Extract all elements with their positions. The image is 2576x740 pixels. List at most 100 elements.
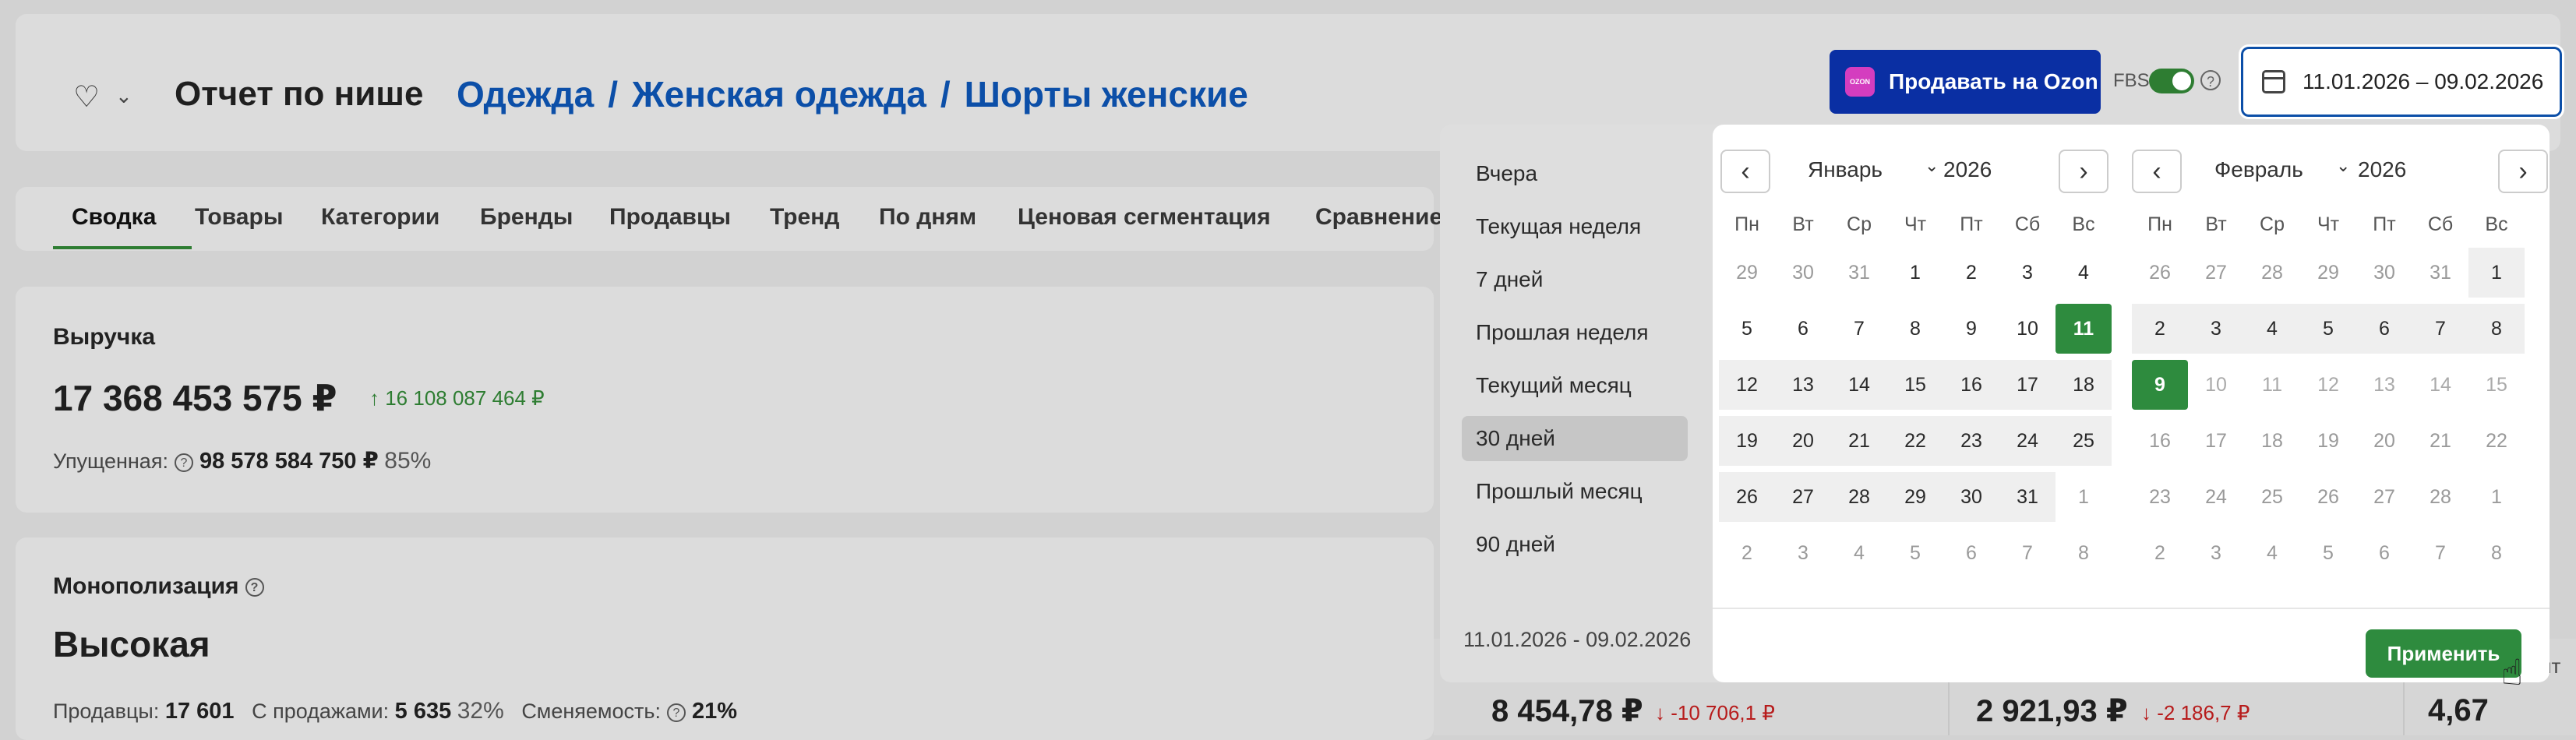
calendar-day[interactable]: 11 (2244, 360, 2300, 410)
calendar-day[interactable]: 3 (1775, 528, 1831, 578)
fbs-toggle[interactable] (2149, 69, 2194, 93)
tab-products[interactable]: Товары (195, 204, 283, 231)
breadcrumb-item[interactable]: Одежда (457, 74, 594, 115)
calendar-day[interactable]: 11 (2056, 304, 2112, 354)
calendar-day[interactable]: 2 (2132, 528, 2188, 578)
calendar-day[interactable]: 2 (2132, 304, 2188, 354)
calendar-day[interactable]: 13 (1775, 360, 1831, 410)
preset-item[interactable]: 7 дней (1462, 257, 1688, 302)
calendar-day[interactable]: 8 (1887, 304, 1943, 354)
calendar-day[interactable]: 9 (2132, 360, 2188, 410)
calendar-day[interactable]: 4 (2056, 248, 2112, 298)
help-icon[interactable]: ? (174, 453, 193, 472)
next-month-button[interactable]: › (2059, 150, 2108, 193)
calendar-day[interactable]: 23 (1943, 416, 1999, 466)
calendar-day[interactable]: 19 (2300, 416, 2356, 466)
year-select[interactable]: 2026 (1943, 157, 1992, 182)
calendar-day[interactable]: 8 (2056, 528, 2112, 578)
calendar-day[interactable]: 26 (2132, 248, 2188, 298)
calendar-day[interactable]: 1 (1887, 248, 1943, 298)
calendar-day[interactable]: 19 (1719, 416, 1775, 466)
calendar-day[interactable]: 24 (2188, 472, 2244, 522)
preset-item[interactable]: Текущая неделя (1462, 204, 1688, 249)
calendar-day[interactable]: 10 (2188, 360, 2244, 410)
tab-summary[interactable]: Сводка (72, 204, 156, 231)
calendar-day[interactable]: 24 (1999, 416, 2056, 466)
calendar-day[interactable]: 15 (1887, 360, 1943, 410)
month-select[interactable]: Январь (1808, 157, 1883, 182)
calendar-day[interactable]: 16 (2132, 416, 2188, 466)
preset-item[interactable]: Вчера (1462, 151, 1688, 196)
calendar-day[interactable]: 29 (2300, 248, 2356, 298)
calendar-day[interactable]: 28 (2244, 248, 2300, 298)
calendar-day[interactable]: 3 (2188, 304, 2244, 354)
preset-item[interactable]: Текущий месяц (1462, 363, 1688, 408)
calendar-day[interactable]: 21 (1831, 416, 1887, 466)
breadcrumb-item[interactable]: Шорты женские (965, 74, 1248, 115)
tab-comparison[interactable]: Сравнение (1315, 204, 1442, 231)
apply-button[interactable]: Применить (2366, 629, 2521, 678)
calendar-day[interactable]: 25 (2244, 472, 2300, 522)
breadcrumb-item[interactable]: Женская одежда (632, 74, 926, 115)
calendar-day[interactable]: 20 (2356, 416, 2412, 466)
calendar-day[interactable]: 22 (2468, 416, 2525, 466)
calendar-day[interactable]: 4 (1831, 528, 1887, 578)
calendar-day[interactable]: 12 (1719, 360, 1775, 410)
help-icon[interactable]: ? (2200, 70, 2221, 90)
tab-brands[interactable]: Бренды (480, 204, 573, 231)
calendar-day[interactable]: 22 (1887, 416, 1943, 466)
calendar-day[interactable]: 7 (2412, 304, 2468, 354)
tab-sellers[interactable]: Продавцы (609, 204, 731, 231)
calendar-day[interactable]: 18 (2244, 416, 2300, 466)
next-month-button[interactable]: › (2498, 150, 2548, 193)
prev-month-button[interactable]: ‹ (2132, 150, 2182, 193)
prev-month-button[interactable]: ‹ (1720, 150, 1770, 193)
calendar-day[interactable]: 8 (2468, 528, 2525, 578)
calendar-day[interactable]: 27 (1775, 472, 1831, 522)
calendar-day[interactable]: 27 (2188, 248, 2244, 298)
calendar-day[interactable]: 18 (2056, 360, 2112, 410)
tab-price-segmentation[interactable]: Ценовая сегментация (1018, 204, 1271, 231)
calendar-day[interactable]: 3 (1999, 248, 2056, 298)
calendar-day[interactable]: 14 (2412, 360, 2468, 410)
calendar-day[interactable]: 3 (2188, 528, 2244, 578)
calendar-day[interactable]: 16 (1943, 360, 1999, 410)
calendar-day[interactable]: 30 (1943, 472, 1999, 522)
preset-item-selected[interactable]: 30 дней (1462, 416, 1688, 461)
calendar-day[interactable]: 15 (2468, 360, 2525, 410)
calendar-day[interactable]: 28 (2412, 472, 2468, 522)
chevron-down-icon[interactable]: ⌄ (1925, 156, 1939, 176)
calendar-day[interactable]: 29 (1719, 248, 1775, 298)
calendar-day[interactable]: 7 (2412, 528, 2468, 578)
calendar-day[interactable]: 25 (2056, 416, 2112, 466)
calendar-day[interactable]: 7 (1831, 304, 1887, 354)
chevron-down-icon[interactable]: ⌄ (2336, 156, 2350, 176)
calendar-day[interactable]: 30 (1775, 248, 1831, 298)
calendar-day[interactable]: 5 (1719, 304, 1775, 354)
calendar-day[interactable]: 6 (1775, 304, 1831, 354)
calendar-day[interactable]: 5 (2300, 304, 2356, 354)
calendar-day[interactable]: 1 (2468, 472, 2525, 522)
help-icon[interactable]: ? (245, 578, 264, 597)
calendar-day[interactable]: 5 (1887, 528, 1943, 578)
calendar-day[interactable]: 31 (2412, 248, 2468, 298)
calendar-day[interactable]: 2 (1719, 528, 1775, 578)
date-range-input[interactable]: 11.01.2026 – 09.02.2026 (2239, 44, 2564, 119)
calendar-day[interactable]: 29 (1887, 472, 1943, 522)
preset-item[interactable]: Прошлый месяц (1462, 469, 1688, 514)
calendar-day[interactable]: 10 (1999, 304, 2056, 354)
calendar-day[interactable]: 1 (2468, 248, 2525, 298)
calendar-day[interactable]: 26 (1719, 472, 1775, 522)
calendar-day[interactable]: 21 (2412, 416, 2468, 466)
sell-on-ozon-button[interactable]: OZON Продавать на Ozon (1830, 50, 2101, 114)
heart-icon[interactable]: ♡ (73, 83, 100, 112)
calendar-day[interactable]: 6 (1943, 528, 1999, 578)
calendar-day[interactable]: 4 (2244, 304, 2300, 354)
calendar-day[interactable]: 12 (2300, 360, 2356, 410)
calendar-day[interactable]: 1 (2056, 472, 2112, 522)
tab-by-days[interactable]: По дням (879, 204, 976, 231)
tab-trend[interactable]: Тренд (770, 204, 839, 231)
calendar-day[interactable]: 26 (2300, 472, 2356, 522)
tab-categories[interactable]: Категории (321, 204, 439, 231)
calendar-day[interactable]: 20 (1775, 416, 1831, 466)
